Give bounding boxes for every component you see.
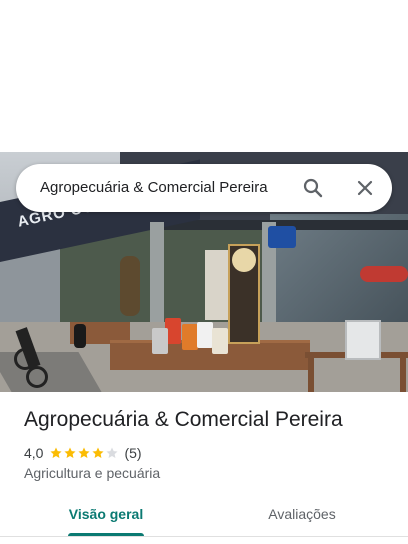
photo-rack	[205, 250, 229, 320]
photo-bucket	[268, 226, 296, 248]
close-icon[interactable]	[353, 176, 377, 200]
star-filled-icon	[92, 447, 105, 458]
tab-reviews[interactable]: Avaliações	[242, 494, 362, 536]
search-bar[interactable]: Agropecuária & Comercial Pereira	[16, 164, 392, 212]
review-count[interactable]: (5)	[124, 445, 141, 461]
photo-rail-post	[308, 352, 314, 392]
star-filled-icon	[50, 447, 63, 458]
place-tabs: Visão geral Avaliações	[0, 494, 408, 536]
place-title: Agropecuária & Comercial Pereira	[24, 408, 343, 431]
photo-stand	[345, 320, 381, 360]
rating-row[interactable]: 4,0 (5)	[24, 444, 142, 462]
photo-bag	[212, 328, 228, 354]
tab-overview[interactable]: Visão geral	[46, 494, 166, 536]
photo-dog	[74, 324, 86, 348]
photo-bike-wheel	[26, 366, 48, 388]
photo-bag	[182, 324, 198, 350]
search-input[interactable]: Agropecuária & Comercial Pereira	[40, 164, 268, 212]
star-empty-icon	[106, 447, 119, 458]
photo-rail-post	[400, 352, 406, 392]
star-filled-icon	[64, 447, 77, 458]
rating-value: 4,0	[24, 445, 44, 461]
photo-bag	[197, 322, 213, 348]
photo-tank	[360, 266, 408, 282]
star-filled-icon	[78, 447, 91, 458]
rating-stars	[49, 446, 119, 460]
photo-banner-logo	[232, 248, 256, 272]
search-icon[interactable]	[301, 176, 325, 200]
photo-plant	[120, 256, 140, 316]
photo-bag	[152, 328, 168, 354]
map-blank-area	[0, 0, 408, 152]
place-category: Agricultura e pecuária	[24, 465, 161, 481]
tabs-divider	[0, 536, 408, 537]
